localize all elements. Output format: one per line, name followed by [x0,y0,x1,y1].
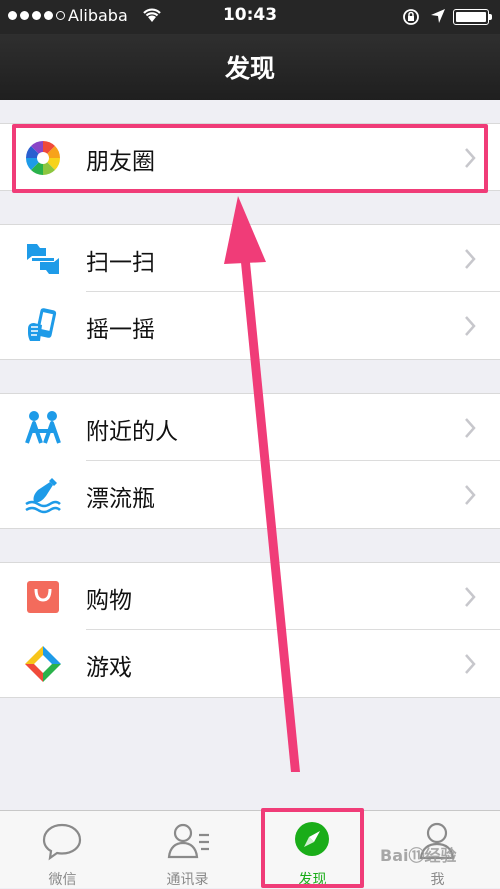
contacts-icon [167,823,209,859]
clock: 10:43 [222,5,278,25]
battery-icon [453,9,489,25]
menu-item-nearby-people[interactable]: 附近的人 [0,393,500,461]
tab-label: 我 [430,872,445,888]
rotation-lock-icon [403,9,419,25]
menu-item-shake[interactable]: 摇一摇 [0,292,500,360]
scan-icon [27,244,59,274]
menu-item-label: 扫一扫 [86,250,155,276]
chevron-right-icon [465,587,476,607]
status-bar: Alibaba 10:43 [0,0,500,34]
chevron-right-icon [465,249,476,269]
tab-label: 微信 [48,872,77,888]
tab-contacts[interactable]: 通讯录 [125,811,250,889]
menu-item-drift-bottle[interactable]: 漂流瓶 [0,461,500,529]
nearby-people-icon [25,411,61,444]
highlight-box-discover-tab [261,808,364,888]
menu-item-label: 摇一摇 [86,317,155,343]
chevron-right-icon [465,654,476,674]
shake-icon [28,308,57,341]
chevron-right-icon [465,316,476,336]
page-title: 发现 [224,54,275,83]
menu-item-label: 游戏 [86,655,132,681]
tab-chats[interactable]: 微信 [0,811,125,889]
highlight-box-moments [12,124,488,193]
chevron-right-icon [465,418,476,438]
menu-item-label: 附近的人 [86,419,178,445]
menu-item-shopping[interactable]: 购物 [0,562,500,630]
shopping-bag-icon [27,581,59,613]
location-arrow-icon [431,9,445,23]
chevron-right-icon [465,485,476,505]
chat-bubble-icon [42,823,82,861]
menu-item-label: 漂流瓶 [86,486,155,512]
watermark: Bai⑪经验 [380,846,457,865]
menu-item-games[interactable]: 游戏 [0,630,500,698]
battery-tip [489,14,492,20]
menu-item-label: 购物 [86,588,132,614]
menu-item-scan[interactable]: 扫一扫 [0,224,500,292]
games-icon [25,646,61,682]
drift-bottle-icon [25,478,61,514]
tab-label: 通讯录 [166,872,209,888]
navigation-bar: 发现 [0,34,500,100]
